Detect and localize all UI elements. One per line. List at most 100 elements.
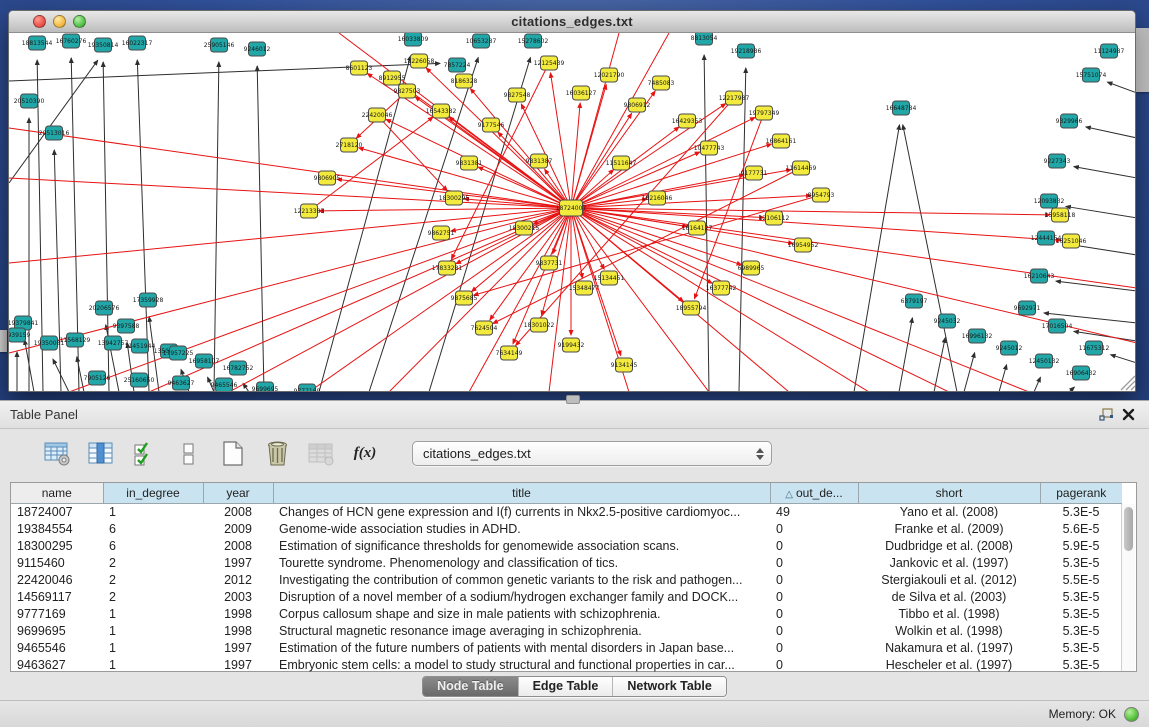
minimize-window-button[interactable] — [53, 15, 66, 28]
citation-edge-red[interactable] — [319, 208, 571, 211]
cell-year[interactable]: 1997 — [203, 554, 273, 571]
cell-title[interactable]: Corpus callosum shape and size in male p… — [273, 605, 770, 622]
cell-out_degree[interactable]: 0 — [770, 656, 858, 673]
cell-year[interactable]: 2008 — [203, 537, 273, 554]
graph-node[interactable]: 9246012 — [244, 42, 271, 56]
graph-node[interactable]: 16377742 — [706, 281, 737, 295]
citation-edge-black[interactable] — [54, 150, 61, 392]
citation-edge-black[interactable] — [1107, 82, 1136, 93]
cell-in_degree[interactable]: 2 — [103, 588, 203, 605]
graph-node[interactable]: 15958118 — [1045, 208, 1076, 222]
edit-columns-icon[interactable] — [86, 440, 116, 468]
graph-node[interactable]: 9463627 — [168, 376, 195, 390]
graph-node[interactable]: 18813544 — [22, 36, 53, 50]
citation-edge-black[interactable] — [214, 62, 219, 392]
cell-year[interactable]: 1998 — [203, 622, 273, 639]
table-row[interactable]: 1456911722003Disruption of a novel membe… — [11, 588, 1122, 605]
cell-pagerank[interactable]: 5.3E-5 — [1040, 503, 1122, 520]
cell-pagerank[interactable]: 5.3E-5 — [1040, 656, 1122, 673]
network-canvas[interactable]: 1881354416760276193508141602231725905146… — [9, 33, 1136, 392]
cell-title[interactable]: Genome-wide association studies in ADHD. — [273, 520, 770, 537]
column-header-year[interactable]: year — [203, 483, 273, 503]
cell-name[interactable]: 19384554 — [11, 520, 103, 537]
graph-node[interactable]: 9827548 — [504, 88, 531, 102]
graph-node[interactable]: 8813054 — [691, 33, 718, 45]
cell-pagerank[interactable]: 5.3E-5 — [1040, 605, 1122, 622]
cell-pagerank[interactable]: 5.3E-5 — [1040, 639, 1122, 656]
column-header-short[interactable]: short — [858, 483, 1040, 503]
table-row[interactable]: 1872400712008Changes of HCN gene express… — [11, 503, 1122, 520]
graph-node[interactable]: 16760276 — [56, 34, 87, 48]
cell-name[interactable]: 14569117 — [11, 588, 103, 605]
graph-node[interactable]: 8601123 — [346, 61, 373, 75]
cell-out_degree[interactable]: 0 — [770, 571, 858, 588]
network-view-window[interactable]: citations_edges.txt 18813544167602761935… — [8, 10, 1136, 392]
cell-in_degree[interactable]: 1 — [103, 639, 203, 656]
cell-name[interactable]: 9465546 — [11, 639, 103, 656]
table-row[interactable]: 1938455462009Genome-wide association stu… — [11, 520, 1122, 537]
table-row[interactable]: 946554611997Estimation of the future num… — [11, 639, 1122, 656]
cell-title[interactable]: Investigating the contribution of common… — [273, 571, 770, 588]
graph-node[interactable]: 17359928 — [133, 293, 164, 307]
cell-name[interactable]: 18724007 — [11, 503, 103, 520]
graph-node[interactable]: 20206576 — [89, 301, 120, 315]
citation-edge-red[interactable] — [9, 178, 571, 208]
graph-node[interactable]: 16033809 — [398, 33, 429, 46]
cell-year[interactable]: 2009 — [203, 520, 273, 537]
graph-node[interactable]: 9806912 — [624, 98, 651, 112]
cell-in_degree[interactable]: 1 — [103, 605, 203, 622]
graph-node[interactable]: 7857224 — [444, 58, 471, 72]
graph-node[interactable]: 9692971 — [1014, 301, 1041, 315]
column-header-out-degree[interactable]: △out_de... — [770, 483, 858, 503]
clear-row-selection-icon[interactable] — [174, 440, 204, 468]
graph-node[interactable]: 18955794 — [676, 301, 707, 315]
graph-node[interactable]: 16429353 — [672, 114, 703, 128]
citation-edge-black[interactable] — [1034, 377, 1040, 392]
tab-network-table[interactable]: Network Table — [612, 677, 726, 696]
citation-edge-black[interactable] — [1111, 355, 1136, 363]
cell-year[interactable]: 2008 — [203, 503, 273, 520]
cell-title[interactable]: Changes of HCN gene expression and I(f) … — [273, 503, 770, 520]
zoom-window-button[interactable] — [73, 15, 86, 28]
table-row[interactable]: 1830029562008Estimation of significance … — [11, 537, 1122, 554]
graph-node[interactable]: 9837731 — [536, 256, 563, 270]
window-titlebar[interactable]: citations_edges.txt — [9, 11, 1135, 33]
cell-title[interactable]: Estimation of the future numbers of pati… — [273, 639, 770, 656]
graph-node[interactable]: 16022317 — [122, 36, 153, 50]
graph-node[interactable]: 9245012 — [996, 341, 1023, 355]
table-scrollbar-thumb[interactable] — [1124, 507, 1133, 551]
delete-icon[interactable] — [262, 440, 292, 468]
graph-node[interactable]: 9777169 — [294, 384, 321, 392]
graph-node[interactable]: 7485083 — [648, 76, 675, 90]
citation-edge-red[interactable] — [389, 208, 571, 392]
graph-node[interactable]: 25905146 — [204, 38, 235, 52]
graph-node[interactable]: 16906432 — [1066, 366, 1097, 380]
graph-node[interactable]: 9831387 — [526, 154, 553, 168]
cell-short[interactable]: Dudbridge et al. (2008) — [858, 537, 1040, 554]
citation-edge-black[interactable] — [854, 125, 899, 392]
graph-node[interactable]: 12093832 — [1034, 194, 1065, 208]
column-header-name[interactable]: name — [11, 483, 103, 503]
close-panel-icon[interactable] — [1117, 405, 1139, 425]
cell-out_degree[interactable]: 0 — [770, 622, 858, 639]
graph-node[interactable]: 12450132 — [1029, 354, 1060, 368]
graph-node[interactable]: 16954952 — [788, 238, 819, 252]
cell-out_degree[interactable]: 0 — [770, 639, 858, 656]
citation-edge-red[interactable] — [377, 115, 447, 191]
graph-node[interactable]: 7634149 — [496, 346, 523, 360]
cell-title[interactable]: Disruption of a novel member of a sodium… — [273, 588, 770, 605]
citation-edge-black[interactable] — [1074, 331, 1136, 341]
cell-out_degree[interactable]: 49 — [770, 503, 858, 520]
cell-in_degree[interactable]: 2 — [103, 571, 203, 588]
cell-pagerank[interactable]: 5.5E-5 — [1040, 571, 1122, 588]
cell-title[interactable]: Estimation of significance thresholds fo… — [273, 537, 770, 554]
graph-node[interactable]: 9831381 — [456, 156, 483, 170]
citation-edge-black[interactable] — [1074, 167, 1136, 178]
tab-node-table[interactable]: Node Table — [423, 677, 517, 696]
cell-year[interactable]: 1997 — [203, 639, 273, 656]
cell-pagerank[interactable]: 5.9E-5 — [1040, 537, 1122, 554]
cell-title[interactable]: Tourette syndrome. Phenomenology and cla… — [273, 554, 770, 571]
column-header-pagerank[interactable]: pagerank — [1040, 483, 1122, 503]
citation-edge-red[interactable] — [493, 168, 801, 323]
citation-edge-black[interactable] — [243, 383, 249, 392]
